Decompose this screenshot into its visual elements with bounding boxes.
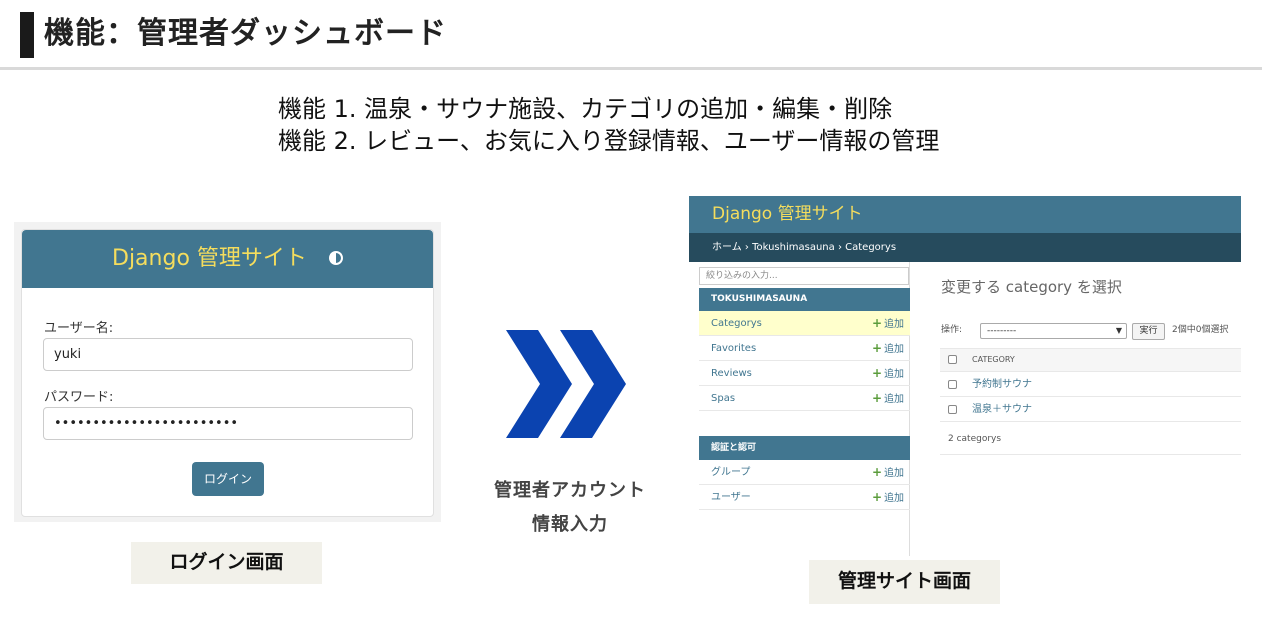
password-input[interactable]: •••••••••••••••••••••••• (43, 407, 413, 440)
action-label: 操作: (941, 325, 963, 335)
divider (940, 454, 1241, 455)
sidebar-item-label[interactable]: グループ (711, 460, 750, 485)
breadcrumb: ホーム › Tokushimasauna › Categorys (689, 233, 1241, 262)
add-link[interactable]: + 追加 (872, 485, 904, 511)
title-accent-bar (20, 12, 34, 58)
arrow-caption-line-1: 管理者アカウント (494, 480, 646, 501)
sidebar-item-categorys[interactable]: Categorys + 追加 (699, 311, 910, 336)
chevron-down-icon: ▼ (1115, 326, 1122, 335)
breadcrumb-separator: › (837, 242, 842, 253)
admin-sidebar: 絞り込みの入力... TOKUSHIMASAUNA Categorys + 追加 … (699, 262, 910, 556)
add-link[interactable]: + 追加 (872, 361, 904, 387)
sidebar-item-label[interactable]: Categorys (711, 311, 762, 336)
add-link[interactable]: + 追加 (872, 386, 904, 412)
admin-header: Django 管理サイト (689, 196, 1241, 233)
row-link[interactable]: 予約制サウナ (972, 372, 1032, 397)
login-button[interactable]: ログイン (192, 462, 264, 496)
action-select-value: --------- (987, 326, 1017, 336)
sidebar-item-reviews[interactable]: Reviews + 追加 (699, 361, 910, 386)
feature-list: 機能 1. 温泉・サウナ施設、カテゴリの追加・編集・削除 機能 2. レビュー、… (278, 93, 939, 157)
admin-screenshot: Django 管理サイト ホーム › Tokushimasauna › Cate… (689, 196, 1241, 556)
login-card: Django 管理サイト ユーザー名: yuki パスワード: ••••••••… (21, 229, 434, 517)
add-link[interactable]: + 追加 (872, 336, 904, 362)
breadcrumb-current: Categorys (845, 242, 897, 253)
page-title: 変更する category を選択 (941, 278, 1122, 296)
sidebar-item-groups[interactable]: グループ + 追加 (699, 460, 910, 485)
module-caption-tokushimasauna[interactable]: TOKUSHIMASAUNA (699, 288, 910, 311)
select-all-checkbox[interactable] (948, 355, 957, 364)
feature-1: 機能 1. 温泉・サウナ施設、カテゴリの追加・編集・削除 (278, 95, 893, 123)
login-caption: ログイン画面 (131, 542, 322, 584)
sidebar-item-favorites[interactable]: Favorites + 追加 (699, 336, 910, 361)
plus-icon: + (871, 366, 882, 380)
add-link[interactable]: + 追加 (872, 311, 904, 337)
admin-content: 変更する category を選択 操作: --------- ▼ 実行 2個中… (929, 262, 1241, 556)
admin-caption: 管理サイト画面 (809, 560, 1000, 604)
double-chevron-arrow-icon (506, 330, 626, 438)
plus-icon: + (871, 490, 882, 504)
row-checkbox[interactable] (948, 380, 957, 389)
nav-filter-input[interactable]: 絞り込みの入力... (699, 267, 909, 285)
sidebar-item-label[interactable]: Favorites (711, 336, 756, 361)
column-header-category[interactable]: CATEGORY (972, 349, 1015, 371)
sidebar-item-label[interactable]: Reviews (711, 361, 752, 386)
selected-count: 2個中0個選択 (1172, 325, 1229, 335)
breadcrumb-separator: › (744, 242, 749, 253)
breadcrumb-app[interactable]: Tokushimasauna (752, 242, 835, 253)
password-label: パスワード: (44, 390, 114, 405)
username-label: ユーザー名: (44, 321, 114, 336)
row-checkbox[interactable] (948, 405, 957, 414)
plus-icon: + (871, 391, 882, 405)
plus-icon: + (871, 341, 882, 355)
table-header: CATEGORY (940, 348, 1241, 372)
login-header: Django 管理サイト (22, 230, 433, 288)
arrow-caption: 管理者アカウント 情報入力 (470, 474, 670, 542)
arrow-caption-line-2: 情報入力 (532, 514, 608, 535)
login-brand: Django 管理サイト (112, 246, 307, 271)
breadcrumb-home[interactable]: ホーム (712, 242, 742, 253)
paginator: 2 categorys (948, 434, 1002, 444)
plus-icon: + (871, 316, 882, 330)
plus-icon: + (871, 465, 882, 479)
table-row: 温泉＋サウナ (940, 397, 1241, 422)
action-select[interactable]: --------- ▼ (980, 323, 1127, 339)
sidebar-item-label[interactable]: Spas (711, 386, 735, 411)
feature-2: 機能 2. レビュー、お気に入り登録情報、ユーザー情報の管理 (278, 127, 940, 155)
table-row: 予約制サウナ (940, 372, 1241, 397)
sidebar-item-label[interactable]: ユーザー (711, 485, 751, 510)
row-link[interactable]: 温泉＋サウナ (972, 397, 1032, 422)
run-button[interactable]: 実行 (1132, 323, 1165, 340)
theme-toggle-icon[interactable] (329, 251, 343, 265)
sidebar-item-users[interactable]: ユーザー + 追加 (699, 485, 910, 510)
sidebar-item-spas[interactable]: Spas + 追加 (699, 386, 910, 411)
admin-brand[interactable]: Django 管理サイト (712, 202, 863, 226)
add-link[interactable]: + 追加 (872, 460, 904, 486)
username-input[interactable]: yuki (43, 338, 413, 371)
title-divider (0, 67, 1262, 70)
slide-title: 機能：管理者ダッシュボード (44, 16, 447, 51)
module-caption-auth[interactable]: 認証と認可 (699, 436, 910, 460)
